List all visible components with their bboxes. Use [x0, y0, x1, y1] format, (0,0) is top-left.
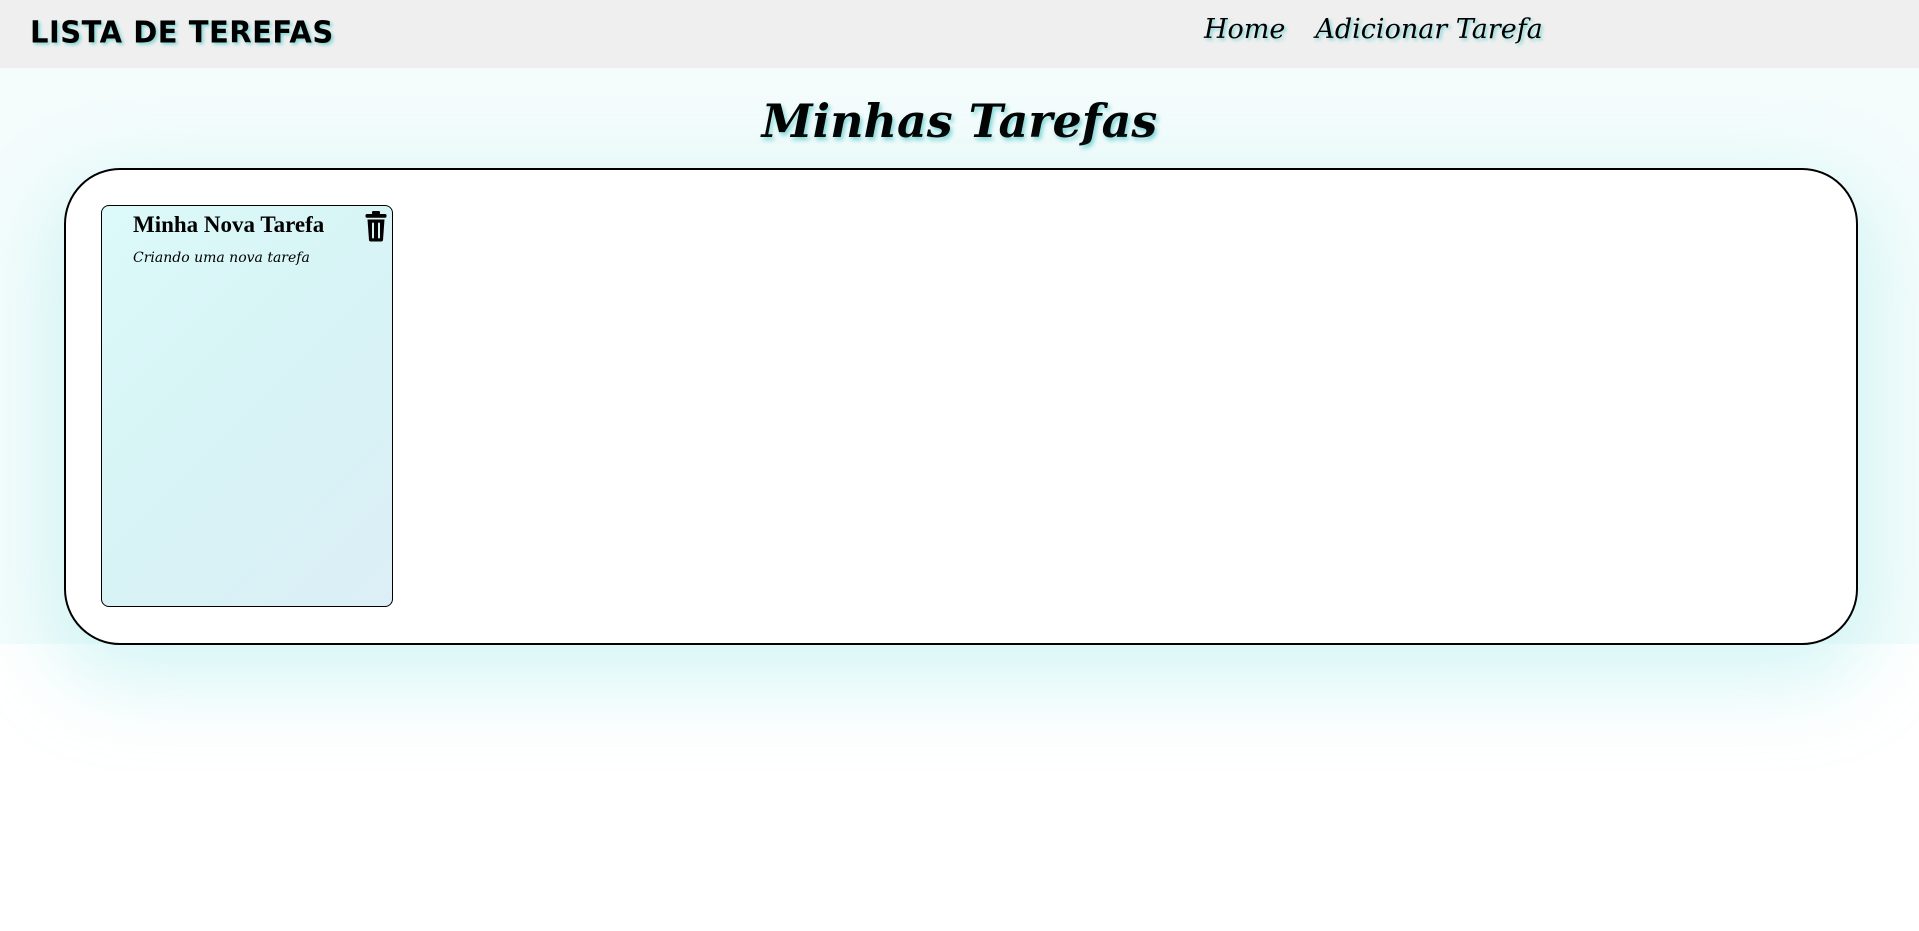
page-title: Minhas Tarefas [761, 94, 1158, 148]
brand-logo[interactable]: LISTA DE TEREFAS [30, 14, 334, 50]
task-description: Criando uma nova tarefa [133, 250, 310, 266]
trash-icon [365, 211, 387, 242]
task-card: Minha Nova Tarefa Criando uma nova taref… [101, 205, 393, 607]
nav-links: Home Adicionar Tarefa [1204, 14, 1543, 45]
nav-link-home[interactable]: Home [1204, 14, 1285, 45]
task-title: Minha Nova Tarefa [133, 212, 325, 237]
navbar: LISTA DE TEREFAS Home Adicionar Tarefa [0, 0, 1919, 68]
nav-link-add-task[interactable]: Adicionar Tarefa [1315, 14, 1542, 45]
delete-task-button[interactable] [364, 210, 388, 242]
